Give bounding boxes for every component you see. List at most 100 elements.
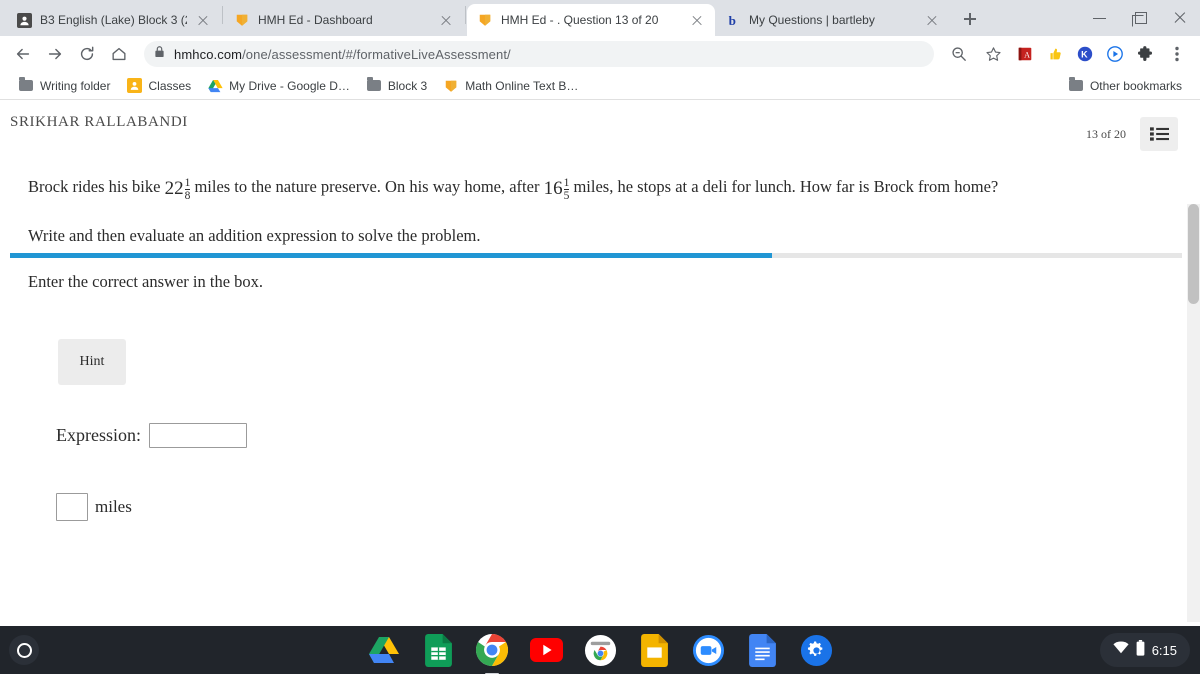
shelf-app-list [367, 633, 833, 667]
zoom-icon[interactable] [691, 633, 725, 667]
bookmark-writing-folder[interactable]: Writing folder [10, 75, 118, 97]
launcher-ring [16, 642, 32, 658]
maximize-icon[interactable] [1120, 2, 1160, 32]
answer-input[interactable] [56, 493, 88, 522]
hint-button[interactable]: Hint [58, 339, 126, 386]
bookmarks-bar: Writing folder Classes My Drive - Google… [0, 72, 1200, 100]
other-bookmarks-label: Other bookmarks [1089, 78, 1182, 93]
assessment-header-actions: 13 of 20 [1086, 117, 1178, 151]
numerator: 1 [563, 177, 570, 190]
star-icon[interactable] [978, 39, 1008, 69]
bookmark-block-3[interactable]: Block 3 [358, 75, 435, 97]
home-icon[interactable] [104, 39, 134, 69]
tab-title: My Questions | bartleby [749, 13, 875, 27]
tab-title: B3 English (Lake) Block 3 (2020-2 [40, 13, 187, 27]
student-name: SRIKHAR RALLABANDI [10, 114, 188, 130]
whole-number: 22 [164, 178, 184, 200]
close-icon[interactable] [195, 12, 211, 28]
youtube-icon[interactable] [529, 633, 563, 667]
bartleby-icon: b [725, 12, 741, 28]
bookmark-label: Block 3 [387, 78, 428, 93]
system-tray[interactable]: 6:15 [1099, 633, 1190, 667]
puzzle-icon[interactable] [1132, 41, 1158, 67]
google-drive-icon[interactable] [367, 633, 401, 667]
classroom-icon [16, 12, 32, 28]
tab-title: HMH Ed - . Question 13 of 20 [501, 13, 659, 27]
forward-arrow-icon[interactable] [40, 39, 70, 69]
chrome-web-store-icon[interactable] [583, 633, 617, 667]
folder-icon [1068, 77, 1084, 94]
clock: 6:15 [1151, 642, 1177, 658]
fraction: 18 [184, 177, 191, 202]
answer-unit-label: miles [95, 497, 132, 517]
new-tab-button[interactable] [956, 5, 984, 33]
bookmark-classes[interactable]: Classes [118, 75, 199, 97]
thumbs-up-icon[interactable] [1042, 41, 1068, 67]
reload-icon[interactable] [72, 39, 102, 69]
url-path: /one/assessment/#/formativeLiveAssessmen… [242, 46, 511, 62]
browser-tab[interactable]: B3 English (Lake) Block 3 (2020-2 [6, 4, 221, 36]
close-icon[interactable] [438, 12, 454, 28]
expression-input[interactable] [149, 423, 247, 449]
question-instruction-1: Write and then evaluate an addition expr… [28, 225, 481, 245]
google-docs-icon[interactable] [745, 633, 779, 667]
browser-toolbar: hmhco.com/one/assessment/#/formativeLive… [0, 36, 1200, 72]
bookmark-my-drive[interactable]: My Drive - Google D… [199, 75, 358, 97]
hmh-icon [234, 12, 250, 28]
three-dot-menu-icon[interactable] [1162, 39, 1192, 69]
classroom-icon [126, 78, 142, 94]
address-bar[interactable]: hmhco.com/one/assessment/#/formativeLive… [144, 41, 934, 67]
url-text: hmhco.com/one/assessment/#/formativeLive… [174, 47, 511, 62]
bookmark-label: Writing folder [40, 78, 111, 93]
tab-title: HMH Ed - Dashboard [258, 13, 373, 27]
browser-tab[interactable]: HMH Ed - Dashboard [224, 4, 464, 36]
back-arrow-icon[interactable] [8, 39, 38, 69]
browser-tab-active[interactable]: HMH Ed - . Question 13 of 20 [467, 4, 715, 36]
close-icon[interactable] [1160, 2, 1200, 32]
bookmark-label: My Drive - Google D… [229, 78, 350, 93]
search-zoom-icon[interactable] [944, 39, 974, 69]
battery-icon [1136, 639, 1145, 661]
google-drive-icon [207, 78, 223, 94]
minimize-icon[interactable] [1080, 2, 1120, 32]
question-prompt: Brock rides his bike 22 1 8 miles to the n… [28, 175, 1200, 204]
browser-tab[interactable]: b My Questions | bartleby [715, 4, 950, 36]
expression-label: Expression: [56, 425, 141, 446]
tab-divider [222, 5, 223, 24]
question-body: Brock rides his bike 22 1 8 miles to the n… [0, 131, 1200, 522]
kami-icon[interactable]: K [1072, 41, 1098, 67]
prompt-part-3: miles, he stops at a deli for lunch. How… [573, 177, 999, 196]
mixed-number-1: 22 1 8 [165, 175, 191, 204]
lock-icon [154, 45, 166, 63]
question-instruction-2: Enter the correct answer in the box. [28, 271, 264, 291]
list-view-icon[interactable] [1140, 117, 1178, 151]
launcher-icon[interactable] [9, 635, 39, 665]
other-bookmarks-button[interactable]: Other bookmarks [1060, 75, 1190, 97]
prompt-part-1: Brock rides his bike [28, 177, 161, 196]
hmh-icon [443, 78, 459, 94]
play-circle-icon[interactable] [1102, 41, 1128, 67]
settings-gear-icon[interactable] [799, 633, 833, 667]
progress-track [10, 253, 1182, 258]
google-slides-icon[interactable] [637, 633, 671, 667]
mixed-number-2: 16 1 5 [544, 175, 570, 204]
chrome-icon[interactable] [475, 633, 509, 667]
progress-bar-fill [10, 253, 772, 258]
question-counter: 13 of 20 [1086, 126, 1126, 141]
svg-text:A: A [1024, 51, 1030, 60]
close-icon[interactable] [689, 12, 705, 28]
window-controls [1080, 2, 1200, 36]
fraction: 15 [563, 177, 570, 203]
answer-row: miles [56, 493, 1200, 522]
expression-row: Expression: [56, 423, 1200, 449]
bookmark-math-online-text[interactable]: Math Online Text B… [435, 75, 586, 97]
dictionary-icon[interactable]: A [1012, 41, 1038, 67]
wifi-icon [1113, 641, 1129, 659]
close-icon[interactable] [924, 12, 940, 28]
google-sheets-icon[interactable] [421, 633, 455, 667]
page-scrollbar[interactable] [1187, 204, 1200, 622]
scrollbar-thumb[interactable] [1188, 204, 1199, 304]
numerator: 1 [184, 177, 191, 190]
denominator: 5 [563, 189, 570, 203]
hmh-icon [477, 12, 493, 28]
